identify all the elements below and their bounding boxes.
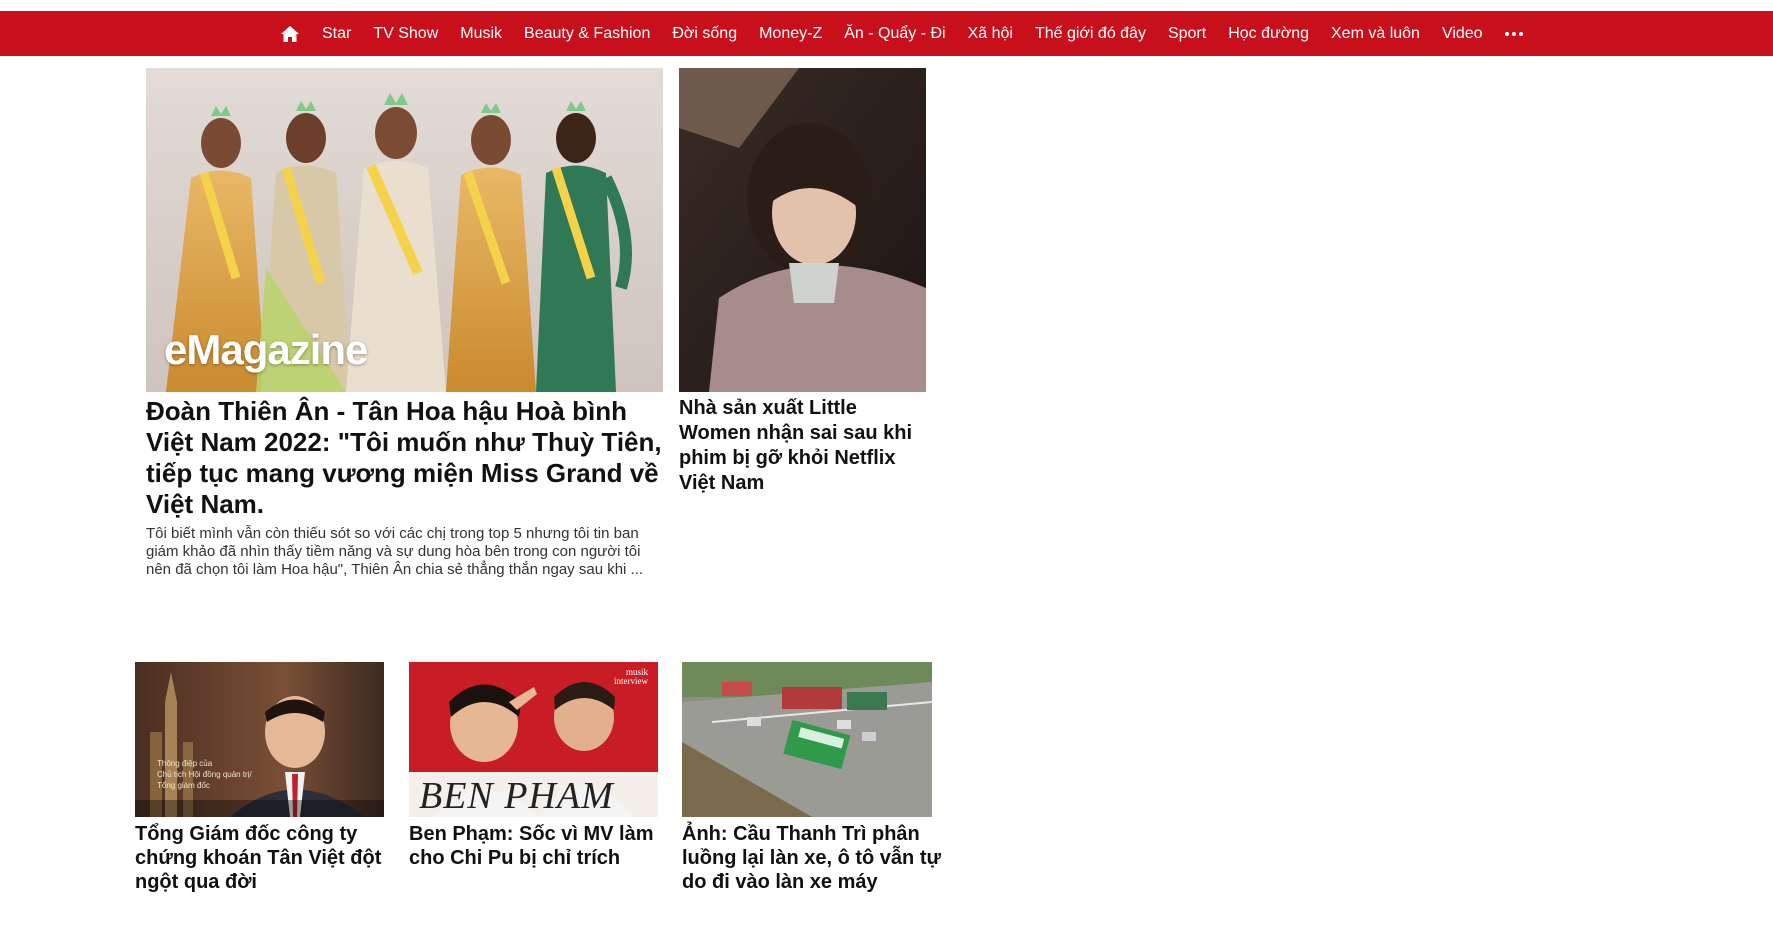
story-3-image[interactable]	[682, 662, 932, 817]
featured-story-title[interactable]: Đoàn Thiên Ân - Tân Hoa hậu Hoà bình Việ…	[146, 396, 666, 520]
story-2-title[interactable]: Ben Phạm: Sốc vì MV làm cho Chi Pu bị ch…	[409, 822, 674, 870]
featured-story-image[interactable]: eMagazine	[146, 68, 663, 392]
story-2-image[interactable]: BEN PHAM musik interview	[409, 662, 658, 817]
image-caption-line: Tổng giám đốc	[157, 781, 210, 790]
story-2-image-text: BEN PHAM	[419, 775, 614, 817]
nav-item-doi-song[interactable]: Đời sống	[672, 25, 737, 43]
image-caption-line: Thông điệp của	[157, 759, 213, 768]
nav-item-beauty-fashion[interactable]: Beauty & Fashion	[524, 25, 650, 43]
nav-item-the-gioi[interactable]: Thế giới đó đây	[1035, 25, 1146, 43]
emagazine-badge: eMagazine	[164, 326, 368, 373]
nav-item-money-z[interactable]: Money-Z	[759, 25, 822, 43]
nav-item-hoc-duong[interactable]: Học đường	[1228, 25, 1309, 43]
main-nav: Star TV Show Musik Beauty & Fashion Đời …	[280, 11, 1523, 56]
more-dots-icon[interactable]	[1504, 31, 1523, 36]
nav-item-sport[interactable]: Sport	[1168, 25, 1206, 43]
badge-line: interview	[614, 676, 648, 686]
nav-item-xem-va-luon[interactable]: Xem và luôn	[1331, 25, 1420, 43]
story-1-image-caption: Thông điệp của Chủ tịch Hội đồng quản tr…	[157, 758, 252, 791]
nav-item-star[interactable]: Star	[322, 25, 351, 43]
home-icon[interactable]	[280, 25, 300, 43]
story-2-image-badge: musik interview	[614, 668, 648, 686]
nav-item-tv-show[interactable]: TV Show	[373, 25, 438, 43]
side-story-title[interactable]: Nhà sản xuất Little Women nhận sai sau k…	[679, 396, 929, 496]
nav-item-xa-hoi[interactable]: Xã hội	[968, 25, 1013, 43]
side-story-image[interactable]	[679, 68, 926, 392]
story-1-image[interactable]: Thông điệp của Chủ tịch Hội đồng quản tr…	[135, 662, 384, 817]
nav-item-an-quay-di[interactable]: Ăn - Quẩy - Đi	[844, 25, 945, 43]
featured-story-summary: Tôi biết mình vẫn còn thiếu sót so với c…	[146, 525, 644, 578]
nav-item-video[interactable]: Video	[1442, 25, 1483, 43]
top-nav-bar: Star TV Show Musik Beauty & Fashion Đời …	[0, 11, 1773, 56]
story-3-title[interactable]: Ảnh: Cầu Thanh Trì phân luồng lại làn xe…	[682, 822, 952, 894]
image-caption-line: Chủ tịch Hội đồng quản trị/	[157, 770, 252, 779]
nav-item-musik[interactable]: Musik	[460, 25, 502, 43]
story-1-title[interactable]: Tổng Giám đốc công ty chứng khoán Tân Vi…	[135, 822, 400, 894]
